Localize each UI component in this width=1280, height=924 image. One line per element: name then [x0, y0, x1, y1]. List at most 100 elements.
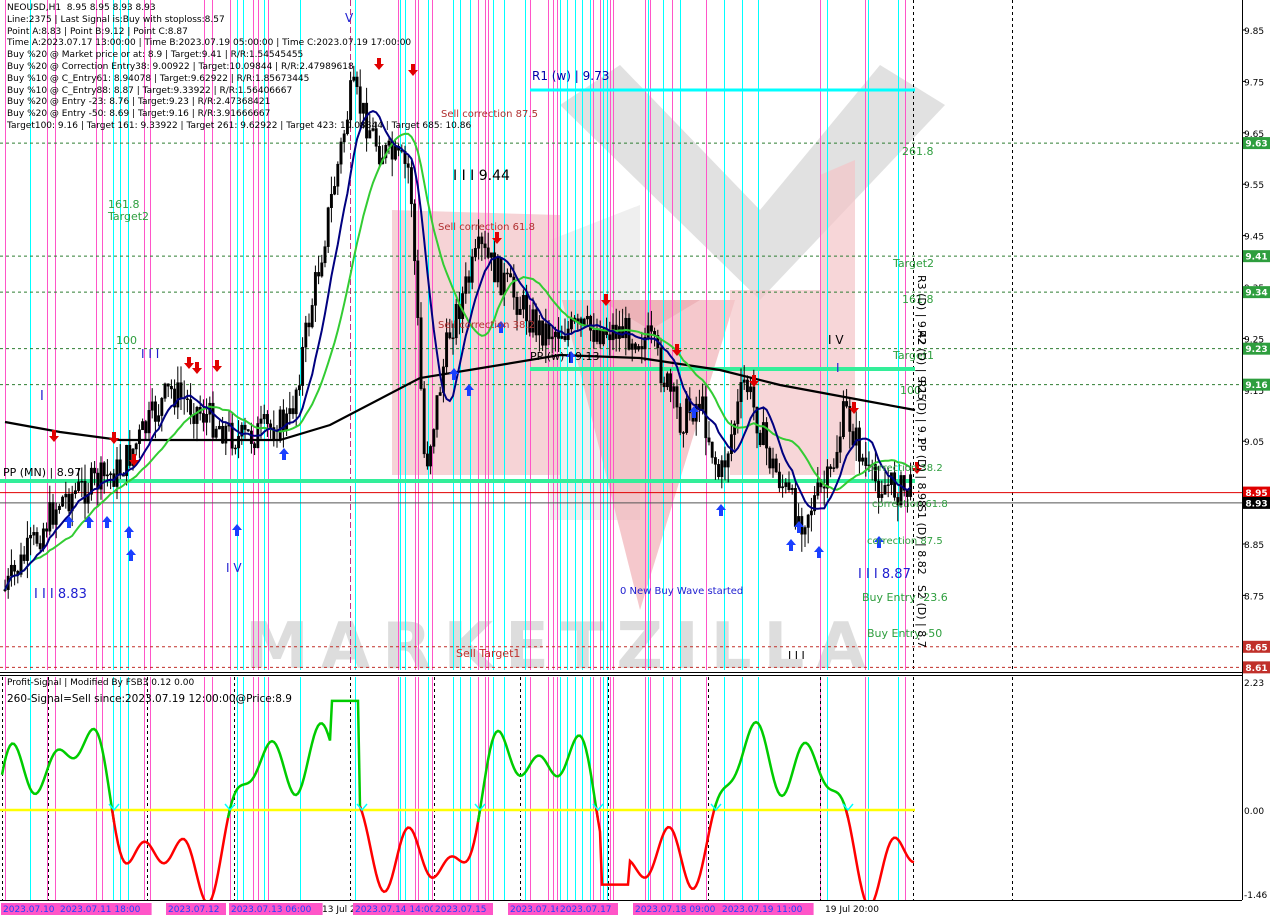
time-label: 2023.07.17	[560, 905, 612, 915]
candle-body	[742, 379, 746, 383]
candle-body	[201, 413, 205, 423]
info-line: Target100: 9.16 | Target 161: 9.33922 | …	[7, 120, 472, 131]
candle-body	[883, 485, 887, 495]
candle-body	[291, 408, 295, 415]
candle-body	[205, 413, 209, 423]
candle-body	[765, 422, 769, 449]
chart-annotation: Buy Entry -23.6	[862, 591, 948, 604]
time-label: 2023.07.13 06:00	[231, 905, 312, 915]
candle-body	[41, 528, 45, 550]
chart-annotation: Sell correction 61.8	[438, 222, 535, 233]
oscillator-negative-line	[844, 809, 915, 900]
candle-body	[806, 514, 810, 528]
candle-body	[323, 246, 327, 264]
candle-body	[329, 193, 333, 208]
candle-body	[333, 186, 337, 195]
candle-body	[509, 273, 513, 278]
indicator-tick-label: 2.23	[1244, 679, 1264, 689]
candle-body	[438, 392, 442, 396]
chart-window: MARKETZILLA R1 (w) | 9.73 Sell correction…	[0, 0, 1280, 920]
chart-annotation: 100	[116, 334, 137, 347]
time-label: 19 Jul 20:00	[825, 905, 879, 915]
candle-body	[608, 334, 612, 341]
candle-body	[845, 401, 849, 407]
chart-annotation: I I I 9.44	[453, 168, 510, 184]
oscillator-positive-line	[476, 729, 600, 823]
candle-body	[435, 395, 439, 430]
candle-body	[214, 428, 218, 438]
price-tick-label: 9.85	[1244, 27, 1264, 37]
candle-body	[771, 458, 775, 469]
chart-annotation: 0 New Buy Wave started	[620, 586, 743, 597]
daily-pivot-label: S2 (D) | 8.7	[915, 585, 928, 648]
candle-body	[707, 437, 711, 443]
time-label: 2023.07.11 18:00	[60, 905, 141, 915]
candle-body	[477, 236, 481, 249]
candle-body	[265, 414, 269, 425]
candle-body	[416, 260, 420, 318]
candle-body	[249, 430, 253, 444]
candle-body	[297, 385, 301, 391]
candle-body	[544, 323, 548, 346]
candle-body	[179, 382, 183, 399]
candle-body	[470, 256, 474, 283]
candle-body	[25, 537, 29, 561]
candle-body	[723, 460, 727, 468]
time-label: 2023.07.15	[435, 905, 487, 915]
candle-body	[413, 203, 417, 262]
candle-body	[339, 141, 343, 165]
candle-body	[534, 309, 538, 336]
candle-body	[793, 488, 797, 527]
price-badge-label: 8.61	[1245, 664, 1267, 674]
candle-body	[601, 329, 605, 345]
chart-annotation: I	[836, 361, 840, 375]
candle-body	[461, 293, 465, 319]
candle-body	[822, 486, 826, 489]
candle-body	[672, 386, 676, 392]
candle-body	[246, 429, 250, 432]
candle-body	[893, 472, 897, 498]
chart-annotation: R1 (w) | 9.73	[532, 69, 609, 83]
candle-body	[774, 458, 778, 473]
info-line: Line:2375 | Last Signal is:Buy with stop…	[7, 14, 225, 25]
daily-pivot-label: PP (D) | 8.98	[915, 438, 928, 507]
candle-body	[518, 308, 522, 315]
indicator-signal: 260-Signal=Sell since:2023.07.19 12:00:0…	[7, 693, 292, 705]
candle-body	[115, 459, 119, 487]
candle-body	[483, 243, 487, 249]
candle-body	[710, 441, 714, 458]
candle-body	[157, 415, 161, 422]
candle-body	[32, 532, 36, 536]
chart-annotation: correction 87.5	[867, 536, 943, 547]
chart-annotation: Sell correction 38.2	[438, 320, 535, 331]
candle-body	[909, 474, 913, 497]
candle-body	[886, 484, 890, 486]
candle-body	[745, 379, 749, 393]
candle-body	[336, 163, 340, 187]
candle-body	[877, 480, 881, 498]
candle-body	[102, 462, 106, 477]
candle-body	[557, 331, 561, 339]
candle-body	[80, 481, 84, 483]
candle-body	[832, 467, 836, 469]
candle-body	[326, 207, 330, 247]
candle-body	[445, 332, 449, 368]
candle-body	[406, 163, 410, 168]
candle-body	[105, 474, 109, 477]
info-line: Buy %10 @ C_Entry88: 8.87 | Target:9.339…	[7, 85, 293, 96]
candle-body	[285, 413, 289, 431]
candle-body	[73, 490, 77, 495]
candle-body	[880, 494, 884, 498]
candle-body	[595, 329, 599, 342]
candle-body	[35, 532, 39, 544]
candle-body	[464, 276, 468, 294]
chart-annotation: Sell Target1	[456, 647, 520, 660]
candle-body	[141, 421, 145, 431]
candle-body	[630, 343, 634, 350]
indicator-title: Profit-Signal | Modified By FSB3 0.12 0.…	[7, 678, 195, 688]
candle-body	[563, 336, 567, 341]
candle-body	[784, 482, 788, 487]
candle-body	[838, 436, 842, 453]
candle-body	[29, 534, 33, 539]
candle-body	[83, 481, 87, 504]
